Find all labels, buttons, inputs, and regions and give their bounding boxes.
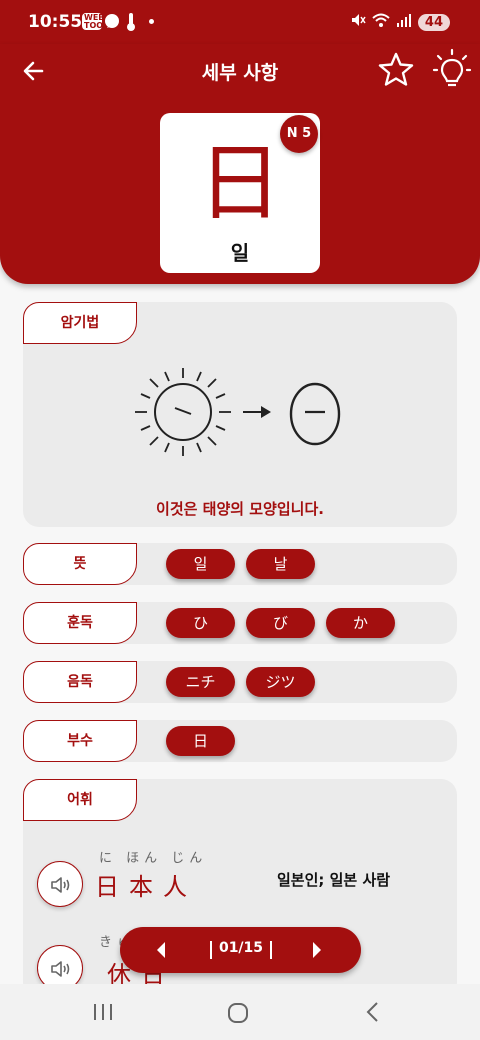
recent-apps-icon [94,1004,112,1020]
home-button[interactable] [225,1000,251,1026]
pager: 01/15 [120,927,361,973]
radical-label: 부수 [23,720,137,762]
vocab-meaning: 일본인; 일본 사람 [277,871,391,889]
meaning-chip[interactable]: 날 [246,549,315,579]
on-reading-label: 음독 [23,661,137,703]
meaning-label: 뜻 [23,543,137,585]
vocab-furigana: に ほん じん [99,851,208,866]
star-icon [378,52,414,86]
on-reading-chip[interactable]: ジツ [246,667,315,697]
on-reading-chip[interactable]: ニチ [166,667,235,697]
mnemonic-panel: 암기법 이것은 태양의 모양입니다. [23,302,457,527]
meaning-row: 뜻 일 날 [23,543,457,585]
wifi-icon [372,12,390,32]
hint-button[interactable] [432,48,472,92]
kun-reading-chip[interactable]: ひ [166,608,235,638]
pager-position: 01/15 [218,940,264,956]
signal-icon [396,12,412,32]
kanji-card: 日 일 N 5 [160,113,320,273]
notification-dot-icon [149,19,154,24]
vocab-word: 日本人 [95,873,197,901]
pager-divider [270,941,272,959]
radical-row: 부수 日 [23,720,457,762]
meaning-chip[interactable]: 일 [166,549,235,579]
system-nav-bar [0,984,480,1040]
on-reading-row: 음독 ニチ ジツ [23,661,457,703]
kun-reading-chip[interactable]: か [326,608,395,638]
kanji-reading: 일 [230,241,250,265]
chat-icon [104,13,120,33]
recent-apps-button[interactable] [90,1000,116,1024]
status-time: 10:55 [28,12,83,32]
webtoon-icon: WEB TOON [82,13,110,30]
kun-reading-chip[interactable]: び [246,608,315,638]
system-back-button[interactable] [362,1000,386,1024]
favorite-button[interactable] [376,50,416,90]
speaker-icon [51,961,70,977]
home-icon [228,1003,248,1023]
lightbulb-icon [432,48,472,87]
triangle-left-icon [157,942,165,958]
triangle-right-icon [313,942,321,958]
jlpt-level-badge: N 5 [280,115,318,153]
speaker-icon [51,877,70,893]
chevron-left-icon [366,1002,378,1022]
sun-to-kanji-illustration [135,368,341,456]
mute-icon [350,12,366,32]
header: 세부 사항 日 일 N 5 [0,44,480,284]
play-audio-button[interactable] [37,861,83,907]
thermometer-icon [126,12,136,36]
kun-reading-label: 훈독 [23,602,137,644]
vocab-item: に ほん じん 日本人 일본인; 일본 사람 [37,847,447,917]
radical-chip[interactable]: 日 [166,726,235,756]
status-bar: 10:55 WEB TOON 44 [0,0,480,44]
kun-reading-row: 훈독 ひ び か [23,602,457,644]
next-button[interactable] [310,940,324,960]
battery-indicator: 44 [417,13,450,31]
mnemonic-label: 암기법 [23,302,137,344]
previous-button[interactable] [154,940,168,960]
vocabulary-label: 어휘 [23,779,137,821]
mnemonic-text: 이것은 태양의 모양입니다. [156,500,324,518]
